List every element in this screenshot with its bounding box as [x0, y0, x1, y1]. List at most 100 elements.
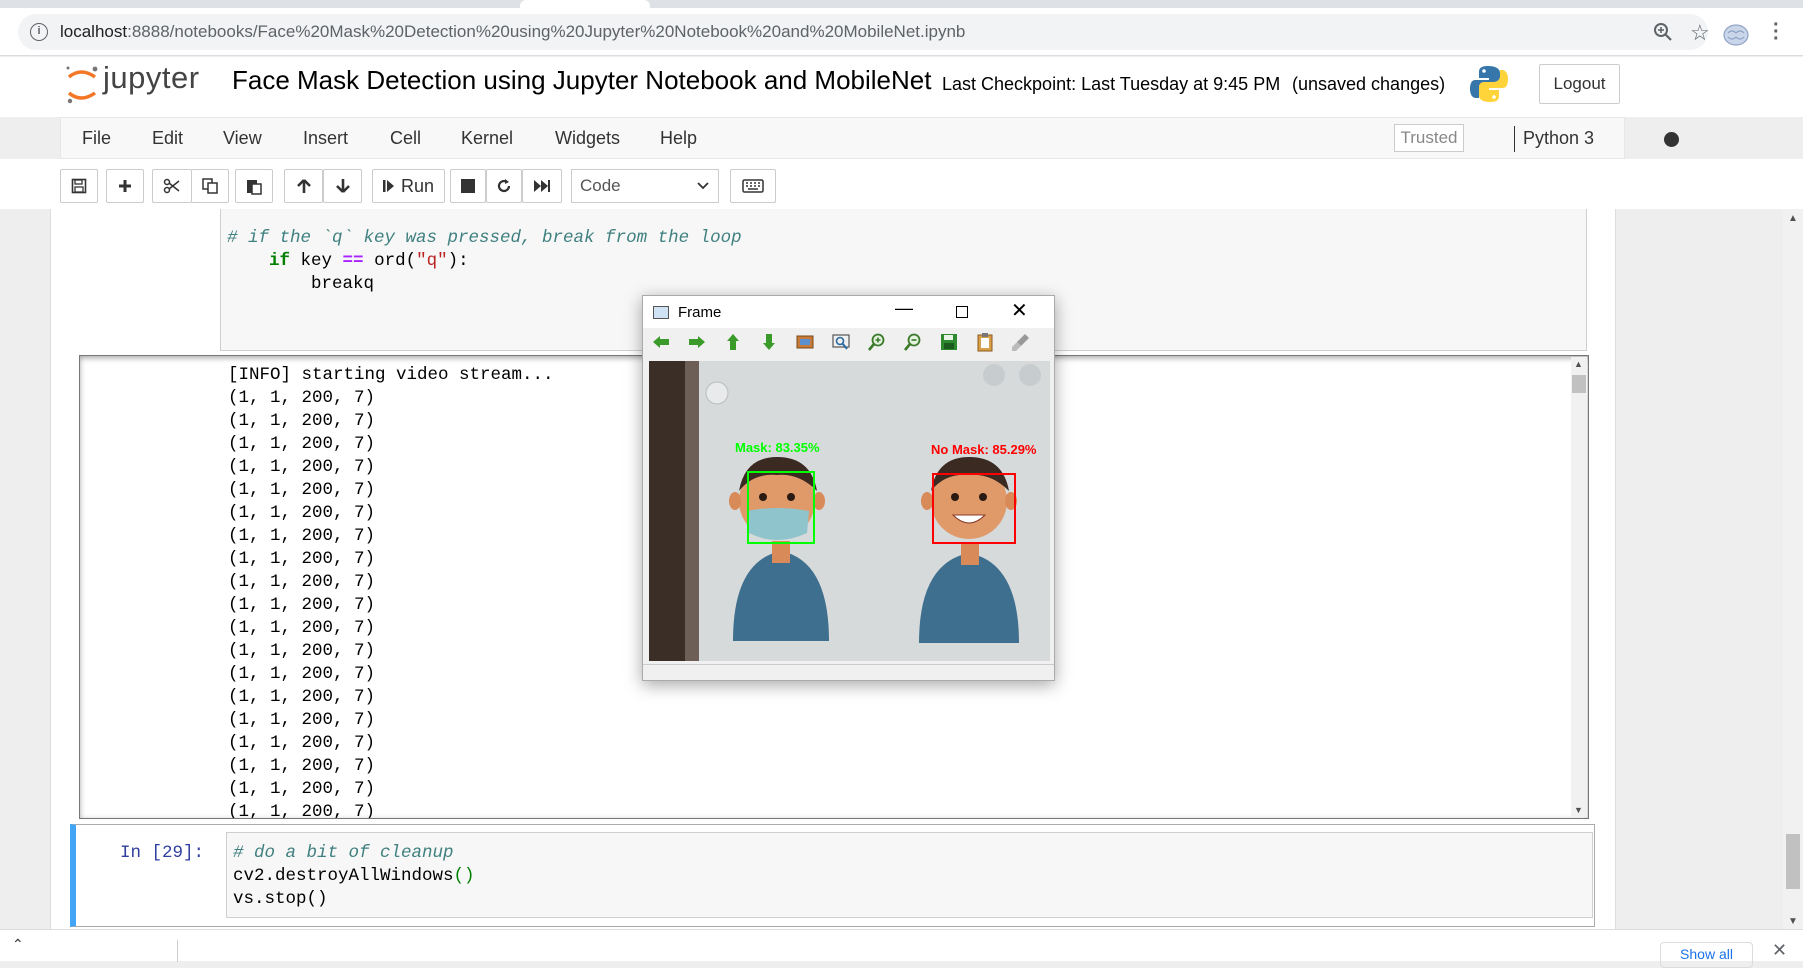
output-line: (1, 1, 200, 7) [228, 411, 376, 431]
pan-left-icon[interactable] [651, 332, 671, 352]
code-text: ): [447, 251, 469, 271]
window-app-icon [653, 306, 669, 319]
jupyter-header: jupyter Face Mask Detection using Jupyte… [0, 57, 1803, 117]
zoom-icon[interactable] [1653, 22, 1673, 42]
scroll-down-icon[interactable]: ▼ [1788, 916, 1798, 927]
command-palette-button[interactable] [730, 169, 776, 203]
url-text[interactable]: localhost:8888/notebooks/Face%20Mask%20D… [60, 22, 965, 42]
close-icon[interactable]: ✕ [1011, 298, 1028, 323]
scrollbar-thumb[interactable] [1572, 375, 1586, 393]
menu-insert[interactable]: Insert [303, 128, 348, 149]
selected-code-cell[interactable]: In [29]: # do a bit of cleanup cv2.destr… [70, 824, 1595, 927]
output-line: (1, 1, 200, 7) [228, 434, 376, 454]
menu-file[interactable]: File [82, 128, 111, 149]
download-separator [177, 940, 178, 962]
code-editor[interactable]: # do a bit of cleanup cv2.destroyAllWind… [233, 842, 475, 911]
output-line: (1, 1, 200, 7) [228, 388, 376, 408]
site-info-icon[interactable]: i [30, 23, 48, 41]
restart-kernel-button[interactable] [486, 169, 522, 203]
output-line: (1, 1, 200, 7) [228, 526, 376, 546]
url-path: :8888/notebooks/Face%20Mask%20Detection%… [127, 22, 966, 41]
arrow-up-icon [296, 179, 311, 193]
stop-icon [461, 179, 475, 193]
move-up-button[interactable] [284, 169, 323, 203]
menu-help[interactable]: Help [660, 128, 697, 149]
pan-right-icon[interactable] [687, 332, 707, 352]
window-titlebar[interactable]: Frame — ✕ [643, 296, 1054, 328]
menu-cell[interactable]: Cell [390, 128, 421, 149]
keyboard-icon [742, 179, 764, 193]
kernel-name[interactable]: Python 3 [1523, 128, 1594, 149]
restart-run-all-button[interactable] [522, 169, 562, 203]
active-tab[interactable] [520, 0, 650, 8]
scroll-down-icon[interactable]: ▼ [1574, 805, 1583, 815]
interrupt-kernel-button[interactable] [450, 169, 486, 203]
scroll-up-icon[interactable]: ▲ [1574, 359, 1583, 369]
logout-button[interactable]: Logout [1539, 64, 1620, 104]
code-comment: # if the `q` key was pressed, break from… [227, 228, 742, 248]
checkpoint-status: Last Checkpoint: Last Tuesday at 9:45 PM [942, 74, 1281, 94]
download-item-chevron-icon[interactable]: ⌃ [12, 936, 24, 953]
output-stream: [INFO] starting video stream... (1, 1, 20… [228, 364, 554, 818]
output-line: (1, 1, 200, 7) [228, 641, 376, 661]
cell-type-select[interactable]: Code [571, 169, 719, 203]
menu-view[interactable]: View [223, 128, 262, 149]
cut-button[interactable] [152, 169, 192, 203]
arrow-down-icon [335, 179, 350, 193]
close-icon[interactable]: ✕ [1772, 940, 1787, 961]
menu-kernel[interactable]: Kernel [461, 128, 513, 149]
output-line: (1, 1, 200, 7) [228, 549, 376, 569]
webcam-frame-image: Mask: 83.35% No Mask: 85.29% [649, 361, 1050, 661]
opencv-toolbar [643, 328, 1054, 356]
show-all-downloads-button[interactable]: Show all [1660, 942, 1753, 968]
chevron-down-icon [697, 182, 709, 190]
code-cell-input[interactable]: # do a bit of cleanup cv2.destroyAllWind… [226, 832, 1593, 918]
output-line: (1, 1, 200, 7) [228, 733, 376, 753]
copy-to-clipboard-icon[interactable] [975, 332, 995, 352]
output-scrollbar[interactable]: ▲ ▼ [1571, 357, 1587, 817]
paste-button[interactable] [235, 169, 273, 203]
zoom-fit-icon[interactable] [831, 332, 851, 352]
pan-down-icon[interactable] [759, 332, 779, 352]
properties-brush-icon[interactable] [1011, 332, 1031, 352]
code-editor[interactable]: # if the `q` key was pressed, break from… [227, 227, 742, 296]
code-string: "q" [416, 251, 448, 271]
run-button[interactable]: Run [372, 169, 445, 203]
bookmark-star-icon[interactable]: ☆ [1690, 20, 1710, 46]
pan-up-icon[interactable] [723, 332, 743, 352]
unsaved-changes-indicator: (unsaved changes) [1292, 74, 1446, 94]
page-scrollbar[interactable]: ▲ ▼ [1783, 209, 1803, 929]
zoom-original-icon[interactable] [795, 332, 815, 352]
minimize-icon[interactable]: — [895, 298, 913, 319]
trusted-indicator[interactable]: Trusted [1394, 124, 1464, 152]
copy-button[interactable] [191, 169, 229, 203]
zoom-in-icon[interactable] [867, 332, 887, 352]
zoom-out-icon[interactable] [903, 332, 923, 352]
menu-bar: File Edit View Insert Cell Kernel Widget… [60, 117, 1679, 159]
output-line: (1, 1, 200, 7) [228, 664, 376, 684]
menu-edit[interactable]: Edit [152, 128, 183, 149]
save-button[interactable] [60, 169, 98, 203]
maximize-icon[interactable] [956, 306, 968, 318]
output-line: (1, 1, 200, 7) [228, 480, 376, 500]
move-down-button[interactable] [323, 169, 362, 203]
output-line: (1, 1, 200, 7) [228, 710, 376, 730]
opencv-frame-window[interactable]: Frame — ✕ Mask: 83.35% No Mask: 85.29% [642, 295, 1055, 681]
browser-menu-icon[interactable]: · · · [1773, 15, 1780, 49]
output-line: (1, 1, 200, 7) [228, 779, 376, 799]
scissors-icon [163, 178, 180, 194]
notebook-title[interactable]: Face Mask Detection using Jupyter Notebo… [232, 65, 931, 96]
extension-brain-icon[interactable] [1722, 23, 1750, 47]
scroll-up-icon[interactable]: ▲ [1788, 213, 1798, 224]
url-host: localhost [60, 22, 128, 41]
output-line: (1, 1, 200, 7) [228, 503, 376, 523]
menu-widgets[interactable]: Widgets [555, 128, 620, 149]
code-operator: == [342, 251, 364, 271]
scrollbar-thumb[interactable] [1786, 834, 1800, 889]
url-field[interactable]: i localhost:8888/notebooks/Face%20Mask%2… [18, 14, 1710, 50]
save-image-icon[interactable] [939, 332, 959, 352]
code-comment: # do a bit of cleanup [233, 843, 454, 863]
output-line: (1, 1, 200, 7) [228, 572, 376, 592]
insert-cell-button[interactable] [106, 169, 144, 203]
output-line: (1, 1, 200, 7) [228, 687, 376, 707]
